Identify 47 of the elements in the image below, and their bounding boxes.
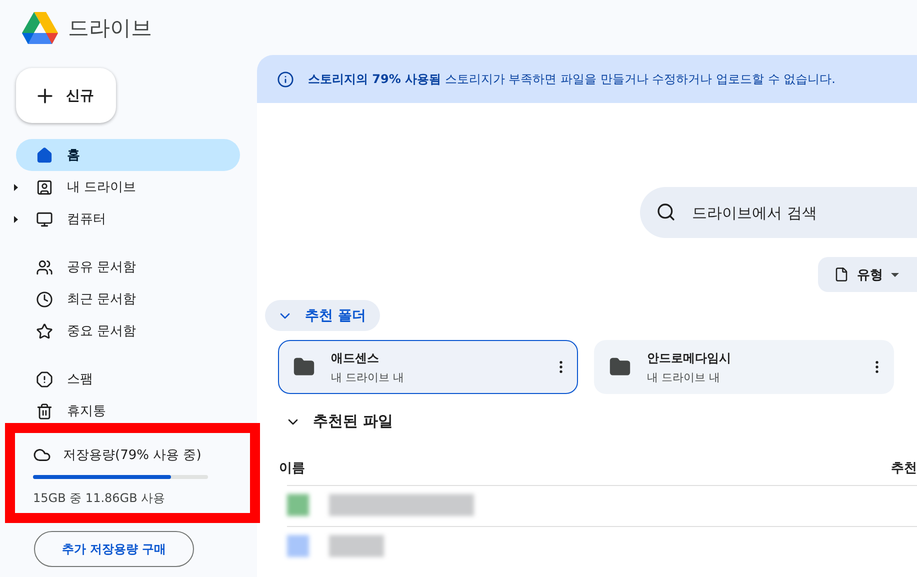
info-icon — [277, 70, 294, 88]
search-field[interactable]: 드라이브에서 검색 — [640, 187, 917, 238]
column-header[interactable]: 이름 — [279, 459, 305, 477]
type-filter-chip[interactable]: 유형 — [818, 257, 917, 292]
cloud-icon — [33, 446, 51, 464]
nav-item[interactable]: 컴퓨터 — [16, 203, 240, 235]
folder-location: 내 드라이브 내 — [331, 370, 405, 384]
file-icon — [834, 267, 849, 282]
column-header[interactable]: 추천 — [891, 459, 917, 477]
clock-icon — [36, 290, 53, 308]
caret-icon — [891, 272, 899, 276]
folder-icon — [293, 356, 315, 378]
nav-item[interactable]: 공유 문서함 — [16, 251, 240, 283]
nav-item[interactable]: 중요 문서함 — [16, 315, 240, 347]
redacted-icon — [287, 535, 309, 557]
buy-storage-button[interactable]: 추가 저장용량 구매 — [34, 531, 194, 567]
star-icon — [36, 322, 53, 340]
nav-item[interactable]: 홈 — [16, 139, 240, 171]
suggested-folders-toggle[interactable]: 추천 폴더 — [265, 300, 380, 331]
folder-location: 내 드라이브 내 — [647, 370, 721, 384]
alert-icon — [36, 370, 53, 388]
folder-card[interactable]: 애드센스 내 드라이브 내 — [278, 340, 578, 394]
redacted-icon — [287, 494, 309, 516]
new-button[interactable]: 신규 — [16, 68, 116, 123]
nav-item[interactable]: 내 드라이브 — [16, 171, 240, 203]
drive-icon — [36, 178, 53, 196]
nav-item[interactable]: 스팸 — [16, 363, 240, 395]
folder-name: 안드로메다임시 — [647, 350, 732, 366]
folder-name: 애드센스 — [331, 350, 380, 366]
home-icon — [36, 146, 53, 164]
caret-icon[interactable] — [14, 216, 18, 223]
storage-usage: 15GB 중 11.86GB 사용 — [33, 490, 166, 507]
search-icon — [656, 202, 676, 222]
nav-item[interactable]: 휴지통 — [16, 395, 240, 427]
drive-logo-icon — [22, 12, 58, 44]
banner-text: 스토리지의 79% 사용됨 스토리지가 부족하면 파일을 만들거나 수정하거나 업로드할 수 없습니다. — [308, 70, 836, 88]
redacted-text — [329, 535, 384, 557]
trash-icon — [36, 402, 53, 420]
nav-item[interactable]: 최근 문서함 — [16, 283, 240, 315]
app-title: 드라이브 — [68, 15, 152, 42]
folder-card[interactable]: 안드로메다임시 내 드라이브 내 — [594, 340, 894, 394]
folder-icon — [609, 356, 631, 378]
computer-icon — [36, 210, 53, 228]
caret-icon[interactable] — [14, 184, 18, 191]
people-icon — [36, 258, 53, 276]
suggested-files-toggle[interactable]: 추천된 파일 — [273, 406, 408, 437]
storage-title: 저장용량(79% 사용 중) — [63, 447, 202, 464]
